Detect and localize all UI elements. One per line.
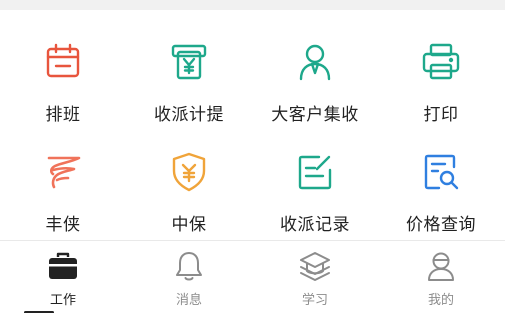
grid-item-label: 价格查询 [406,215,476,235]
top-divider-strip [0,0,505,10]
customer-person-icon [299,44,331,81]
app-screen: 排班 收派计提 大客户集收 打印 丰侠 中保 收派记录 价格查询 工作 消息 学… [0,0,505,313]
grid-item-label: 丰侠 [45,215,81,235]
tab-label: 学习 [301,293,328,308]
tab-label: 工作 [49,293,76,308]
briefcase-icon [49,252,77,279]
sf-logo-icon [47,156,81,189]
price-search-icon [424,154,459,190]
grid-item-insurance[interactable]: 中保 [126,150,252,235]
grid-item-records[interactable]: 收派记录 [252,150,378,235]
profile-icon [428,252,454,281]
grid-item-price-query[interactable]: 价格查询 [378,150,504,235]
tab-learning[interactable]: 学习 [252,241,378,313]
grid-item-label: 中保 [171,215,207,235]
grid-item-label: 收派计提 [154,105,224,125]
grid-item-schedule[interactable]: 排班 [0,40,126,125]
grid-item-label: 排班 [45,105,81,125]
graduation-cap-icon [300,252,330,281]
tab-label: 我的 [427,293,454,308]
tab-messages[interactable]: 消息 [126,241,252,313]
grid-item-fengxia[interactable]: 丰侠 [0,150,126,235]
shield-yuan-icon [172,152,206,192]
tab-label: 消息 [175,293,202,308]
bottom-tab-bar: 工作 消息 学习 我的 [0,240,505,313]
tab-profile[interactable]: 我的 [378,241,504,313]
tab-work[interactable]: 工作 [0,241,126,313]
printer-icon [422,43,460,80]
function-grid: 排班 收派计提 大客户集收 打印 丰侠 中保 收派记录 价格查询 [0,10,505,240]
calendar-schedule-icon [46,43,80,78]
grid-item-label: 收派记录 [280,215,350,235]
grid-item-key-customer[interactable]: 大客户集收 [252,40,378,125]
grid-item-print[interactable]: 打印 [378,40,504,125]
grid-item-label: 大客户集收 [271,105,359,125]
grid-item-commission[interactable]: 收派计提 [126,40,252,125]
atm-yuan-icon [171,44,207,80]
edit-record-icon [298,155,332,190]
bell-icon [176,252,202,281]
grid-item-label: 打印 [423,105,459,125]
